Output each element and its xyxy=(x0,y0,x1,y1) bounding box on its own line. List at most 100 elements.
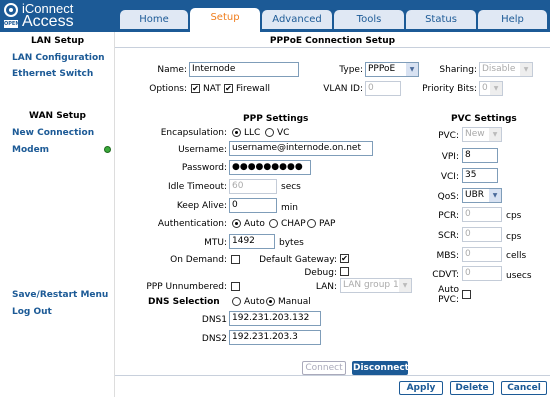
sidebar-item-modem[interactable]: Modem xyxy=(12,145,49,155)
tab-help[interactable]: Help xyxy=(478,10,547,29)
pcr-input[interactable]: 0 xyxy=(462,207,502,222)
default-gateway-checkbox[interactable]: ✔ xyxy=(340,254,349,263)
auth-chap-radio[interactable] xyxy=(269,219,278,228)
nat-label: NAT xyxy=(203,84,221,94)
pvc-label: PVC: xyxy=(438,131,459,141)
firewall-checkbox[interactable]: ✔ xyxy=(224,84,233,93)
connect-button[interactable]: Connect xyxy=(302,361,346,375)
tab-setup[interactable]: Setup xyxy=(190,8,260,32)
brand-icon xyxy=(4,3,18,17)
dns2-label: DNS2 xyxy=(201,334,227,344)
auth-pap-label: PAP xyxy=(319,219,336,229)
mtu-label: MTU: xyxy=(204,238,227,248)
type-label: Type: xyxy=(339,65,363,75)
keep-alive-input[interactable]: 0 xyxy=(229,198,277,213)
sidebar-item-logout[interactable]: Log Out xyxy=(12,307,52,317)
scr-unit: cps xyxy=(506,232,522,242)
auth-chap-label: CHAP xyxy=(281,219,306,229)
password-input[interactable]: ●●●●●●●●● xyxy=(229,160,311,175)
keep-alive-label: Keep Alive: xyxy=(176,201,227,211)
dns-manual-radio[interactable] xyxy=(266,297,275,306)
debug-label: Debug: xyxy=(304,268,337,278)
qos-label: QoS: xyxy=(437,192,459,202)
idle-timeout-label: Idle Timeout: xyxy=(167,182,227,192)
brand-line2: Access xyxy=(22,13,74,30)
dns-selection-header: DNS Selection xyxy=(148,297,220,307)
tab-tools[interactable]: Tools xyxy=(334,10,404,29)
debug-checkbox[interactable] xyxy=(340,267,349,276)
dns-auto-label: Auto xyxy=(244,297,265,307)
mtu-unit: bytes xyxy=(279,238,304,248)
mbs-unit: cells xyxy=(506,251,527,261)
chevron-down-icon: ▼ xyxy=(489,128,501,141)
type-value: PPPoE xyxy=(368,64,396,74)
chevron-down-icon: ▼ xyxy=(406,63,418,76)
auto-pvc-checkbox[interactable] xyxy=(462,290,471,299)
dns1-label: DNS1 xyxy=(201,315,227,325)
scr-label: SCR: xyxy=(437,231,459,241)
page-title: PPPoE Connection Setup xyxy=(115,34,550,48)
sharing-select[interactable]: Disable ▼ xyxy=(479,62,533,77)
tab-advanced[interactable]: Advanced xyxy=(262,10,332,29)
tab-status[interactable]: Status xyxy=(406,10,476,29)
name-input[interactable]: Internode xyxy=(189,62,299,77)
mtu-input[interactable]: 1492 xyxy=(229,234,275,249)
keep-alive-unit: min xyxy=(281,203,298,213)
sidebar-item-new-connection[interactable]: New Connection xyxy=(12,128,94,138)
pvc-value: New xyxy=(465,129,485,139)
cancel-button[interactable]: Cancel xyxy=(501,381,547,395)
idle-timeout-input[interactable]: 60 xyxy=(229,179,277,194)
pvc-select[interactable]: New ▼ xyxy=(462,127,502,142)
cdvt-input[interactable]: 0 xyxy=(462,266,502,281)
cdvt-unit: usecs xyxy=(506,271,532,281)
auth-auto-label: Auto xyxy=(244,219,265,229)
dns1-input[interactable]: 192.231.203.132 xyxy=(229,311,321,326)
pcr-unit: cps xyxy=(506,211,522,221)
sidebar-item-lan-configuration[interactable]: LAN Configuration xyxy=(12,53,105,63)
sidebar: LAN Setup LAN Configuration Ethernet Swi… xyxy=(0,32,115,397)
pcr-label: PCR: xyxy=(438,211,459,221)
encapsulation-label: Encapsulation: xyxy=(160,128,227,138)
chevron-down-icon: ▼ xyxy=(489,189,501,202)
encap-vc-radio[interactable] xyxy=(265,128,274,137)
scr-input[interactable]: 0 xyxy=(462,227,502,242)
auth-auto-radio[interactable] xyxy=(232,219,241,228)
on-demand-checkbox[interactable] xyxy=(231,255,240,264)
sidebar-item-ethernet-switch[interactable]: Ethernet Switch xyxy=(12,69,93,79)
type-select[interactable]: PPPoE ▼ xyxy=(365,62,419,77)
mbs-input[interactable]: 0 xyxy=(462,247,502,262)
qos-value: UBR xyxy=(465,190,485,200)
encap-llc-radio[interactable] xyxy=(232,128,241,137)
nat-checkbox[interactable]: ✔ xyxy=(191,84,200,93)
sidebar-item-save-restart[interactable]: Save/Restart Menu xyxy=(12,290,108,300)
disconnect-button[interactable]: Disconnect xyxy=(352,361,409,375)
ppp-settings-header: PPP Settings xyxy=(243,114,309,124)
pvc-settings-header: PVC Settings xyxy=(451,114,517,124)
ppp-unnumbered-checkbox[interactable] xyxy=(231,282,240,291)
on-demand-label: On Demand: xyxy=(170,255,227,265)
encap-vc-label: VC xyxy=(277,128,290,138)
encap-llc-label: LLC xyxy=(244,128,261,138)
password-label: Password: xyxy=(181,163,227,173)
username-input[interactable]: username@internode.on.net xyxy=(229,141,373,156)
vlan-id-input[interactable]: 0 xyxy=(365,81,401,96)
firewall-label: Firewall xyxy=(236,84,270,94)
vlan-id-label: VLAN ID: xyxy=(323,84,363,94)
chevron-down-icon: ▼ xyxy=(490,82,502,95)
tab-home[interactable]: Home xyxy=(120,10,188,29)
main-panel: PPPoE Connection Setup Name: Internode T… xyxy=(115,32,550,397)
lan-group-select[interactable]: LAN group 1 ▼ xyxy=(340,278,412,293)
qos-select[interactable]: UBR ▼ xyxy=(462,188,502,203)
delete-button[interactable]: Delete xyxy=(450,381,494,395)
priority-bits-select[interactable]: 0 ▼ xyxy=(479,81,503,96)
username-label: Username: xyxy=(178,145,227,155)
dns-auto-radio[interactable] xyxy=(232,297,241,306)
vpi-input[interactable]: 8 xyxy=(462,148,498,163)
auth-pap-radio[interactable] xyxy=(307,219,316,228)
dns2-input[interactable]: 192.231.203.3 xyxy=(229,330,321,345)
apply-button[interactable]: Apply xyxy=(399,381,443,395)
vci-input[interactable]: 35 xyxy=(462,168,498,183)
idle-timeout-unit: secs xyxy=(281,182,301,192)
sharing-value: Disable xyxy=(482,64,516,74)
sidebar-lan-header: LAN Setup xyxy=(30,36,85,46)
